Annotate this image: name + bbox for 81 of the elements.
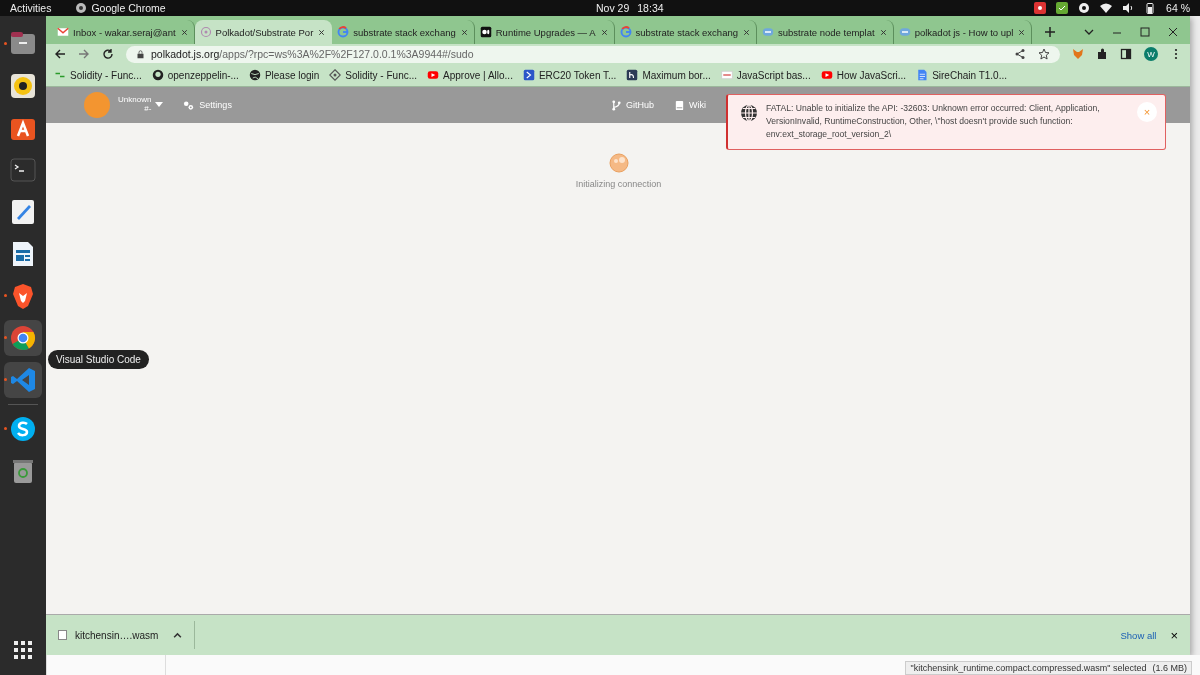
side-panel-icon[interactable]: [1120, 48, 1132, 60]
bookmark[interactable]: Solidity - Func...: [54, 69, 142, 81]
close-icon[interactable]: [1168, 27, 1178, 37]
bookmark[interactable]: Please login: [248, 69, 320, 81]
bookmark[interactable]: JavaScript bas...: [720, 69, 811, 81]
diamond-icon: [329, 69, 342, 81]
file-icon: [58, 630, 67, 640]
address-bar[interactable]: polkadot.js.org/apps/?rpc=ws%3A%2F%2F127.0.0.1%3A9944#/sudo: [126, 45, 1060, 63]
github-icon: [151, 69, 164, 81]
bookmark[interactable]: Maximum bor...: [626, 69, 711, 81]
branch-icon: [611, 99, 622, 111]
app-grid-icon[interactable]: [12, 639, 34, 661]
close-icon[interactable]: [317, 27, 327, 37]
close-icon[interactable]: [742, 27, 751, 37]
account-index: #-: [144, 105, 152, 114]
record-icon[interactable]: [1034, 2, 1047, 14]
check-icon[interactable]: [1056, 2, 1069, 14]
chevron-icon: [522, 69, 535, 81]
pill-icon: [898, 26, 911, 38]
globe-icon: [248, 69, 261, 81]
close-icon[interactable]: [1017, 27, 1027, 37]
maximize-icon[interactable]: [1140, 27, 1150, 37]
settings-icon: [183, 99, 195, 111]
bookmark[interactable]: How JavaScri...: [820, 69, 907, 81]
battery-percent[interactable]: 64 %: [1166, 2, 1190, 14]
close-icon[interactable]: [459, 27, 469, 37]
code-editor-icon: [9, 366, 37, 394]
bookmark[interactable]: ERC20 Token T...: [522, 69, 617, 81]
volume-icon[interactable]: [1122, 2, 1135, 14]
pencil-icon: [9, 198, 37, 226]
download-item[interactable]: kitchensin….wasm: [75, 629, 159, 641]
clock[interactable]: Nov 29 18:34: [596, 2, 664, 14]
book-icon: [674, 99, 685, 111]
new-tab-icon[interactable]: [1044, 26, 1057, 38]
mail-icon: [57, 26, 69, 38]
chrome-icon: [9, 324, 37, 352]
circle-icon: [199, 26, 212, 38]
pill-icon: [762, 26, 774, 38]
error-message: FATAL: Unable to initialize the API: -32603: Unknown error occurred: Client, Application, VersionInvalid, RuntimeConstruction, Other, \"host doesn't provide such function: env:ext_storage_root_version_2\: [766, 103, 1100, 139]
back-icon[interactable]: [54, 48, 66, 60]
youtube-icon: [820, 69, 833, 81]
status-bar: "kitchensink_runtime.compact.compressed.wasm" selected (1.6 MB): [905, 661, 1192, 675]
disc-icon[interactable]: [1078, 2, 1091, 14]
lock-icon: [136, 49, 145, 59]
tab-search-icon[interactable]: [1084, 27, 1094, 37]
bookmark[interactable]: Approve | Allo...: [427, 69, 513, 81]
google-icon: [337, 26, 350, 38]
close-icon[interactable]: [179, 27, 189, 37]
letter-icon: [626, 69, 639, 81]
reload-icon[interactable]: [102, 48, 114, 60]
forward-icon[interactable]: [78, 48, 90, 60]
show-all-link[interactable]: Show all: [1120, 629, 1157, 641]
battery-icon[interactable]: [1144, 2, 1157, 14]
speaker-icon: [9, 72, 37, 100]
globe-icon: [740, 104, 758, 122]
bookmark[interactable]: SireChain T1.0...: [916, 69, 1007, 81]
spinner-icon: [608, 153, 629, 173]
star-icon[interactable]: [1038, 48, 1050, 60]
loading-text: Initializing connection: [575, 179, 662, 189]
terminal-icon: [9, 156, 37, 184]
chrome-icon: [75, 2, 88, 14]
profile-avatar[interactable]: W: [1144, 47, 1158, 61]
tooltip: Visual Studio Code: [48, 350, 149, 369]
skype-icon: [9, 415, 37, 443]
bookmark[interactable]: openzeppelin-...: [151, 69, 239, 81]
page-icon: [720, 69, 733, 81]
bookmark[interactable]: Solidity - Func...: [329, 69, 418, 81]
app-name[interactable]: Google Chrome: [91, 2, 166, 14]
close-icon[interactable]: [878, 27, 888, 37]
youtube-icon: [427, 69, 440, 81]
dock-item[interactable]: [4, 320, 42, 356]
browser-tab[interactable]: Polkadot/Substrate Por: [194, 20, 333, 44]
docs-icon: [916, 69, 929, 81]
share-icon[interactable]: [1014, 48, 1026, 60]
activities-button[interactable]: Activities: [10, 2, 52, 14]
wifi-icon[interactable]: [1100, 2, 1113, 14]
caret-icon[interactable]: [173, 630, 182, 640]
medium-icon: [479, 26, 492, 38]
close-icon[interactable]: [599, 27, 609, 37]
google-icon: [619, 26, 632, 38]
close-button[interactable]: ×: [1170, 627, 1178, 643]
